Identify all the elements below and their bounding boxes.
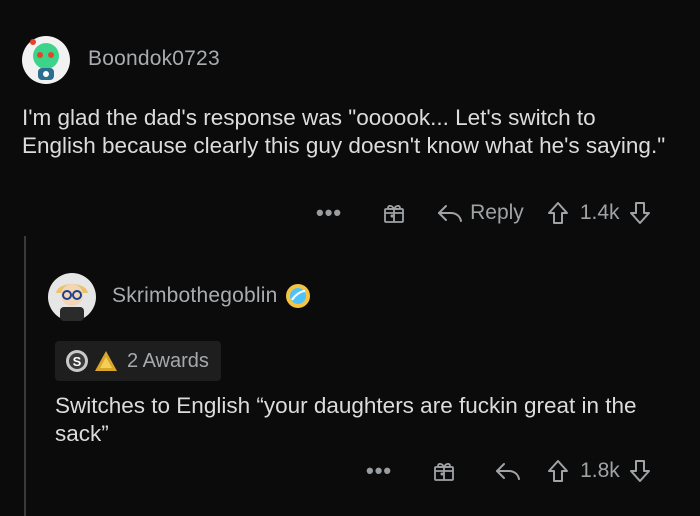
upvote-icon[interactable] <box>546 458 570 484</box>
awards-bar[interactable]: S 2 Awards <box>55 341 221 381</box>
comment-actions: ••• 1.8k <box>366 458 652 484</box>
downvote-icon[interactable] <box>628 200 652 226</box>
thread-line[interactable] <box>24 236 26 516</box>
comment-actions: ••• Reply 1.4k <box>316 200 652 226</box>
flair-badge-icon <box>285 283 311 309</box>
comment-text: I'm glad the dad's response was "oooook.… <box>22 105 666 158</box>
username[interactable]: Skrimbothegoblin <box>112 284 277 308</box>
awards-count: 2 Awards <box>127 349 209 372</box>
downvote-icon[interactable] <box>628 458 652 484</box>
reply-label: Reply <box>470 201 524 224</box>
username[interactable]: Boondok0723 <box>88 47 220 71</box>
more-icon[interactable]: ••• <box>316 200 342 226</box>
more-icon[interactable]: ••• <box>366 458 392 484</box>
comment-header: Skrimbothegoblin <box>48 273 311 321</box>
comment-text: Switches to English “your daughters are … <box>55 393 637 446</box>
helpful-award-icon <box>93 349 119 373</box>
comment-header: Boondok0723 <box>22 36 220 84</box>
reply-icon[interactable] <box>494 459 522 483</box>
gift-award-icon[interactable] <box>432 459 456 483</box>
avatar[interactable] <box>48 273 96 321</box>
avatar[interactable] <box>22 36 70 84</box>
score: 1.4k <box>579 201 620 224</box>
silver-award-icon: S <box>65 349 89 373</box>
svg-text:S: S <box>73 354 82 369</box>
reply-button[interactable]: Reply <box>436 201 524 225</box>
upvote-icon[interactable] <box>546 200 570 226</box>
gift-award-icon[interactable] <box>382 201 406 225</box>
score: 1.8k <box>580 459 620 482</box>
reply-icon <box>436 201 464 225</box>
